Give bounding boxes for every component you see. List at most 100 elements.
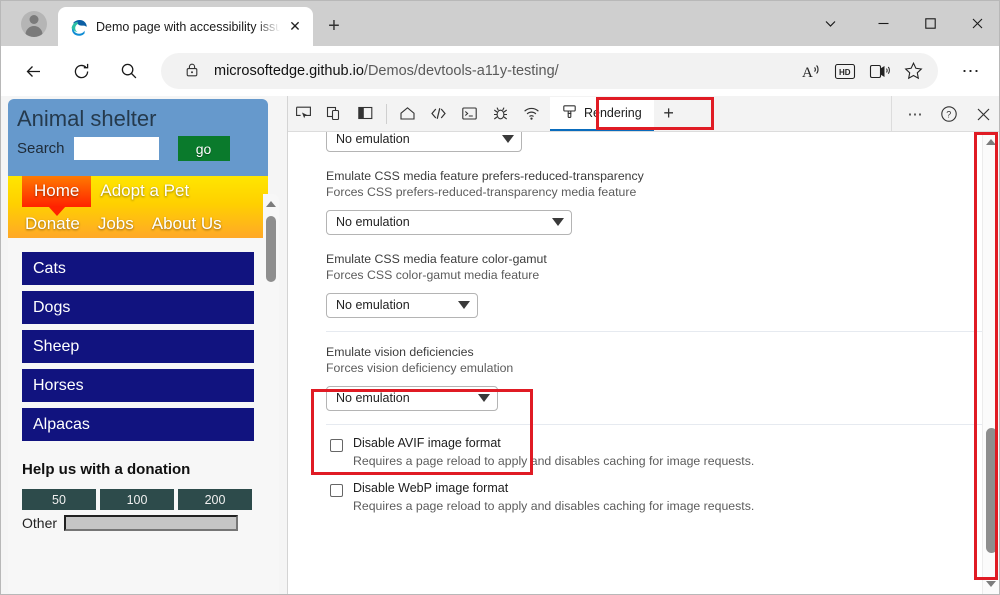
svg-text:A: A	[802, 65, 813, 81]
setting-description: Forces CSS color-gamut media feature	[326, 268, 540, 282]
chevron-down-icon	[502, 135, 514, 143]
scroll-up-arrow-icon[interactable]	[983, 134, 999, 150]
setting-description: Requires a page reload to apply and disa…	[353, 498, 755, 513]
devtools-toolbar-right: ⋯ ?	[891, 96, 999, 132]
navigation-bar: microsoftedge.github.io/Demos/devtools-a…	[1, 46, 999, 96]
tab-actions-chevron-down-icon[interactable]	[800, 1, 860, 46]
profile-avatar-button[interactable]	[11, 5, 57, 43]
select-value: No emulation	[336, 132, 410, 146]
setting-prefers-reduced-transparency: Emulate CSS media feature prefers-reduce…	[326, 165, 984, 248]
network-icon[interactable]	[516, 99, 547, 129]
page-scrollbar[interactable]	[263, 194, 279, 594]
donation-amount-buttons: 50 100 200	[22, 489, 254, 510]
go-button[interactable]: go	[177, 136, 230, 161]
favorites-star-icon[interactable]	[896, 56, 930, 86]
site-nav-item-jobs[interactable]: Jobs	[89, 209, 143, 239]
add-devtools-tab-button[interactable]: +	[654, 99, 684, 129]
devtools-panel: Rendering + ⋯ ? Fo	[287, 96, 999, 594]
edge-logo-icon	[69, 18, 87, 36]
donation-amount-100[interactable]: 100	[100, 489, 174, 510]
prefers-reduced-data-select[interactable]: No emulation	[326, 132, 522, 152]
address-bar[interactable]: microsoftedge.github.io/Demos/devtools-a…	[161, 53, 938, 89]
list-item[interactable]: Dogs	[22, 291, 254, 324]
donation-amount-200[interactable]: 200	[178, 489, 252, 510]
devtools-scrollbar-thumb[interactable]	[986, 428, 997, 553]
site-nav-primary: Home Adopt a Pet	[22, 176, 198, 207]
disable-avif-checkbox[interactable]	[330, 438, 343, 452]
setting-color-gamut: Emulate CSS media feature color-gamut Fo…	[326, 248, 984, 331]
list-item[interactable]: Horses	[22, 369, 254, 402]
search-input[interactable]	[73, 137, 159, 160]
list-item[interactable]: Alpacas	[22, 408, 254, 441]
address-bar-actions: A HD	[794, 56, 930, 86]
list-item[interactable]: Sheep	[22, 330, 254, 363]
donation-section: Help us with a donation 50 100 200 Other	[8, 447, 268, 531]
tab-title: Demo page with accessibility issu	[96, 19, 282, 34]
setting-title: Emulate vision deficiencies	[326, 344, 474, 359]
site-nav-item-adopt-a-pet[interactable]: Adopt a Pet	[91, 176, 198, 206]
page-scrollbar-thumb[interactable]	[266, 216, 276, 282]
close-window-icon[interactable]	[954, 1, 999, 46]
select-value: No emulation	[336, 215, 410, 229]
animal-shelter-site: Animal shelter Search go Home Adopt a Pe…	[8, 99, 268, 594]
setting-disable-avif[interactable]: Disable AVIF image format Requires a pag…	[326, 425, 984, 470]
maximize-icon[interactable]	[907, 1, 954, 46]
close-icon[interactable]: ✕	[282, 14, 308, 40]
prefers-reduced-transparency-select[interactable]: No emulation	[326, 209, 572, 235]
read-aloud-icon[interactable]: A	[794, 56, 828, 86]
select-value: No emulation	[336, 391, 410, 405]
new-tab-button[interactable]: +	[319, 11, 349, 41]
site-nav-secondary: Donate Jobs About Us	[16, 209, 231, 239]
svg-text:HD: HD	[839, 68, 851, 77]
chevron-down-icon	[552, 218, 564, 226]
donation-amount-50[interactable]: 50	[22, 489, 96, 510]
disable-avif-text: Disable AVIF image format Requires a pag…	[353, 434, 754, 470]
device-emulation-icon[interactable]	[319, 99, 350, 129]
toolbar-divider	[386, 103, 387, 124]
immersive-reader-icon[interactable]	[862, 56, 896, 86]
site-nav-item-donate[interactable]: Donate	[16, 209, 89, 239]
dock-side-icon[interactable]	[350, 99, 381, 129]
hd-video-icon[interactable]: HD	[828, 56, 862, 86]
donation-other-input[interactable]	[64, 515, 239, 531]
setting-disable-webp[interactable]: Disable WebP image format Requires a pag…	[326, 470, 984, 515]
setting-title: Disable AVIF image format	[353, 435, 501, 450]
scroll-down-arrow-icon[interactable]	[983, 576, 999, 592]
browser-tab[interactable]: Demo page with accessibility issu ✕	[58, 7, 313, 46]
donation-other-label: Other	[22, 515, 58, 531]
devtools-scrollbar[interactable]	[982, 132, 999, 594]
devtools-tabs: Rendering	[550, 96, 654, 131]
site-nav-item-home[interactable]: Home	[22, 176, 92, 207]
elements-code-icon[interactable]	[423, 99, 454, 129]
close-devtools-icon[interactable]	[966, 99, 999, 129]
title-bar: Demo page with accessibility issu ✕ +	[1, 1, 999, 46]
animal-category-list: Cats Dogs Sheep Horses Alpacas	[8, 238, 268, 441]
vision-deficiencies-select[interactable]: No emulation	[326, 385, 498, 411]
donation-other-row: Other	[22, 515, 254, 531]
browser-settings-more-icon[interactable]: ⋯	[955, 55, 987, 87]
url-host: microsoftedge.github.io	[214, 63, 364, 79]
reload-icon[interactable]	[65, 55, 97, 87]
inspect-element-icon[interactable]	[288, 99, 319, 129]
console-icon[interactable]	[454, 99, 485, 129]
search-icon[interactable]	[113, 55, 145, 87]
site-search-row: Search go	[17, 136, 268, 161]
more-tools-icon[interactable]: ⋯	[898, 99, 932, 129]
color-gamut-select[interactable]: No emulation	[326, 292, 478, 318]
list-item[interactable]: Cats	[22, 252, 254, 285]
tab-rendering[interactable]: Rendering	[550, 96, 654, 131]
scroll-up-arrow-icon[interactable]	[263, 196, 279, 212]
site-nav-item-about-us[interactable]: About Us	[143, 209, 231, 239]
minimize-icon[interactable]	[860, 1, 907, 46]
setting-description: Forces vision deficiency emulation	[326, 361, 514, 375]
search-label: Search	[17, 140, 65, 157]
welcome-home-icon[interactable]	[392, 99, 423, 129]
disable-webp-checkbox[interactable]	[330, 483, 343, 497]
setting-title: Emulate CSS media feature prefers-reduce…	[326, 168, 644, 183]
back-arrow-icon[interactable]	[17, 55, 49, 87]
site-header: Animal shelter Search go	[8, 99, 268, 176]
sources-debugger-icon[interactable]	[485, 99, 516, 129]
tab-rendering-label: Rendering	[584, 105, 642, 120]
help-icon[interactable]: ?	[932, 99, 966, 129]
setting-vision-deficiencies: Emulate vision deficiencies Forces visio…	[326, 332, 984, 424]
